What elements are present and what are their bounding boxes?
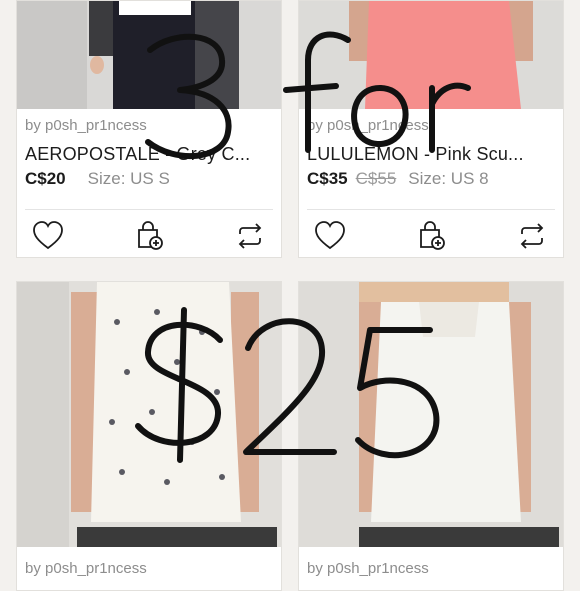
heart-icon[interactable]: [31, 219, 65, 253]
seller-name[interactable]: by p0sh_pr1ncess: [307, 117, 555, 134]
bundle-bag-plus-icon[interactable]: [133, 219, 167, 253]
share-arrows-icon[interactable]: [233, 219, 267, 253]
price: C$20: [25, 169, 66, 188]
seller-name[interactable]: by p0sh_pr1ncess: [307, 560, 555, 577]
size-label: Size: US S: [87, 169, 170, 188]
listing-photo[interactable]: [17, 1, 281, 109]
listing-card[interactable]: by p0sh_pr1ncess: [16, 281, 282, 591]
divider: [25, 209, 273, 210]
bundle-bag-plus-icon[interactable]: [415, 219, 449, 253]
heart-icon[interactable]: [313, 219, 347, 253]
seller-name[interactable]: by p0sh_pr1ncess: [25, 560, 273, 577]
listing-photo[interactable]: [299, 1, 563, 109]
share-arrows-icon[interactable]: [515, 219, 549, 253]
listing-photo[interactable]: [17, 282, 281, 547]
action-bar: [299, 217, 563, 255]
listing-card[interactable]: by p0sh_pr1ncess LULULEMON - Pink Scu...…: [298, 0, 564, 258]
listing-photo[interactable]: [299, 282, 563, 547]
listing-card[interactable]: by p0sh_pr1ncess AEROPOSTALE - Grey C...…: [16, 0, 282, 258]
action-bar: [17, 217, 281, 255]
size-label: Size: US 8: [408, 169, 489, 188]
price: C$35: [307, 169, 348, 188]
listing-card[interactable]: by p0sh_pr1ncess: [298, 281, 564, 591]
original-price: C$55: [355, 169, 397, 188]
seller-name[interactable]: by p0sh_pr1ncess: [25, 117, 273, 134]
listing-title[interactable]: AEROPOSTALE - Grey C...: [25, 144, 273, 165]
divider: [307, 209, 555, 210]
listing-title[interactable]: LULULEMON - Pink Scu...: [307, 144, 555, 165]
